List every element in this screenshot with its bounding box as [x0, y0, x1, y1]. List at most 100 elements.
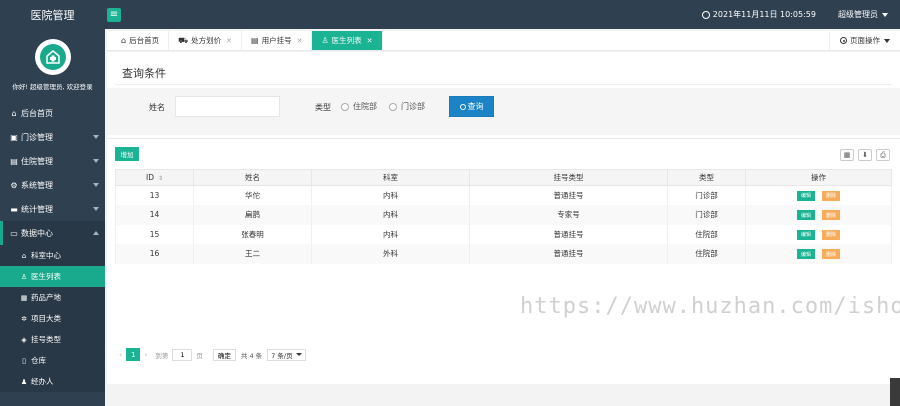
page-size-select[interactable]: 7 条/页	[267, 348, 306, 361]
sidebar-subitem-medicine-origin[interactable]: ▦ 药品产地	[0, 287, 105, 308]
app-title: 医院管理	[30, 8, 75, 22]
cell-actions: 编辑 删除	[745, 244, 892, 264]
name-input[interactable]	[175, 96, 280, 117]
sidebar-subitem-warehouse[interactable]: ▯ 仓库	[0, 350, 105, 371]
sidebar-subitem-doctor-list[interactable]: ♙ 医生列表	[0, 266, 105, 287]
delete-button[interactable]: 删除	[822, 249, 840, 259]
radio-circle[interactable]	[389, 102, 397, 111]
medicine-icon: ▦	[20, 293, 28, 302]
columns-icon[interactable]: ▦	[840, 149, 854, 161]
home-icon: ⌂	[11, 108, 17, 118]
close-icon[interactable]: ✕	[226, 37, 232, 45]
sidebar-item-inpatient[interactable]: ▤ 住院管理	[0, 149, 105, 173]
sidebar-item-outpatient[interactable]: ▣ 门诊管理	[0, 125, 105, 149]
cell-id: 14	[115, 205, 194, 225]
chevron-down-icon	[93, 207, 99, 211]
radio-inpatient[interactable]: 住院部	[341, 101, 377, 112]
chevron-down-icon	[93, 183, 99, 187]
sidebar-item-label: 系统管理	[21, 180, 53, 190]
name-label: 姓名	[149, 103, 165, 112]
document-icon: ▤	[251, 36, 259, 45]
cell-registration-type: 普通挂号	[469, 185, 668, 205]
cell-department: 内科	[311, 185, 470, 205]
edit-button[interactable]: 编辑	[797, 229, 815, 240]
chevron-left-icon[interactable]: ‹	[119, 350, 122, 359]
cell-registration-type: 普通挂号	[469, 224, 668, 244]
menu-toggle-button[interactable]: ≡	[107, 7, 121, 22]
user-label: 超级管理员	[838, 10, 878, 19]
edit-button[interactable]: 编辑	[797, 210, 815, 220]
type-label: 类型	[315, 103, 331, 112]
print-icon[interactable]: ⎙	[876, 149, 890, 161]
avatar[interactable]	[34, 39, 71, 75]
chevron-down-icon	[882, 12, 888, 17]
cart-icon: ⛟	[178, 35, 189, 45]
chart-icon: ▬	[10, 204, 18, 214]
pagination: ‹ 1 › 到第 页 确定 共 4 条 7 条/页	[115, 348, 306, 361]
total-count: 共 4 条	[240, 351, 263, 360]
page-operations-menu[interactable]: 页面操作	[829, 31, 900, 50]
tab-label: 用户挂号	[261, 36, 292, 45]
delete-button[interactable]: 删除	[822, 210, 840, 220]
column-header-id[interactable]: ID ⇕	[115, 169, 194, 186]
edit-button[interactable]: 编辑	[797, 190, 815, 201]
sort-icon[interactable]: ⇕	[158, 175, 163, 182]
cell-type: 门诊部	[667, 185, 746, 205]
cell-actions: 编辑 删除	[745, 205, 892, 225]
confirm-button[interactable]: 确定	[212, 348, 236, 361]
tab-prescription-pricing[interactable]: ⛟ 处方划价 ✕	[169, 31, 243, 50]
hospital-logo-icon	[39, 44, 66, 70]
export-icon[interactable]: ⬇	[858, 149, 872, 161]
sidebar-subitem-label: 科室中心	[31, 251, 61, 260]
add-button[interactable]: 增加	[115, 147, 139, 161]
search-button[interactable]: 查询	[449, 96, 494, 117]
tab-home[interactable]: ⌂ 后台首页	[112, 31, 170, 50]
cell-id: 16	[115, 244, 194, 264]
home-icon: ⌂	[121, 36, 127, 45]
sidebar-subitem-label: 药品产地	[31, 293, 61, 302]
sidebar-subitem-handler[interactable]: ♟ 经办人	[0, 371, 105, 392]
sidebar-subitem-project-category[interactable]: ✲ 项目大类	[0, 308, 105, 329]
person-icon: ♙	[321, 36, 329, 45]
table-row: 14 扁鹊 内科 专家号 门诊部 编辑 删除	[115, 205, 892, 225]
column-header-department: 科室	[311, 169, 470, 186]
tab-label: 处方划价	[191, 36, 222, 45]
search-button-label: 查询	[467, 102, 484, 111]
scroll-handle[interactable]	[890, 378, 900, 406]
sidebar-subitem-registration-type[interactable]: ◈ 挂号类型	[0, 329, 105, 350]
target-icon	[840, 37, 847, 44]
sidebar-item-statistics[interactable]: ▬ 统计管理	[0, 197, 105, 221]
page-size-value: 7 条/页	[271, 351, 293, 360]
sidebar-item-system[interactable]: ⚙ 系统管理	[0, 173, 105, 197]
radio-circle[interactable]	[341, 102, 349, 111]
user-menu[interactable]: 超级管理员	[838, 9, 888, 20]
goto-page-input[interactable]	[172, 348, 193, 361]
sidebar: 你好! 超级管理员, 欢迎登录 ⌂ 后台首页 ▣ 门诊管理 ▤ 住院管理 ⚙ 系…	[0, 29, 105, 406]
table-row: 15 张春明 内科 普通挂号 住院部 编辑 删除	[115, 224, 892, 244]
chevron-right-icon[interactable]: ›	[144, 350, 147, 359]
sidebar-subitem-label: 仓库	[31, 356, 46, 365]
cell-type: 住院部	[667, 224, 746, 244]
delete-button[interactable]: 删除	[822, 190, 840, 201]
sidebar-item-home[interactable]: ⌂ 后台首页	[0, 101, 105, 125]
sidebar-item-data-center[interactable]: ▭ 数据中心	[0, 221, 105, 245]
tab-doctor-list[interactable]: ♙ 医生列表 ✕	[312, 31, 383, 50]
current-page[interactable]: 1	[126, 348, 141, 361]
table-row: 16 王二 外科 普通挂号 住院部 编辑 删除	[115, 244, 892, 264]
sidebar-submenu: ⌂ 科室中心 ♙ 医生列表 ▦ 药品产地 ✲ 项目大类 ◈ 挂号类型 ▯ 仓库 …	[0, 245, 105, 392]
close-icon[interactable]: ✕	[367, 37, 373, 45]
cell-type: 门诊部	[667, 205, 746, 225]
cell-department: 内科	[311, 205, 470, 225]
tab-label: 后台首页	[129, 36, 160, 45]
delete-button[interactable]: 删除	[822, 229, 840, 240]
page-tabs: ⌂ 后台首页 ⛟ 处方划价 ✕ ▤ 用户挂号 ✕ ♙ 医生列表 ✕ 页面操作	[107, 31, 900, 51]
sidebar-subitem-department[interactable]: ⌂ 科室中心	[0, 245, 105, 266]
watermark-text: https://www.huzhan.com/ishop9572	[520, 294, 900, 319]
content-panel: 查询条件 姓名 类型 住院部 门诊部 查询 增加 ▦ ⬇ ⎙ ID ⇕ 姓名 科…	[107, 52, 900, 384]
main-content: 查询条件 姓名 类型 住院部 门诊部 查询 增加 ▦ ⬇ ⎙ ID ⇕ 姓名 科…	[107, 52, 900, 406]
sidebar-item-label: 统计管理	[21, 204, 53, 214]
edit-button[interactable]: 编辑	[797, 249, 815, 259]
close-icon[interactable]: ✕	[297, 37, 303, 45]
radio-outpatient[interactable]: 门诊部	[389, 101, 425, 112]
tab-user-registration[interactable]: ▤ 用户挂号 ✕	[242, 31, 313, 50]
